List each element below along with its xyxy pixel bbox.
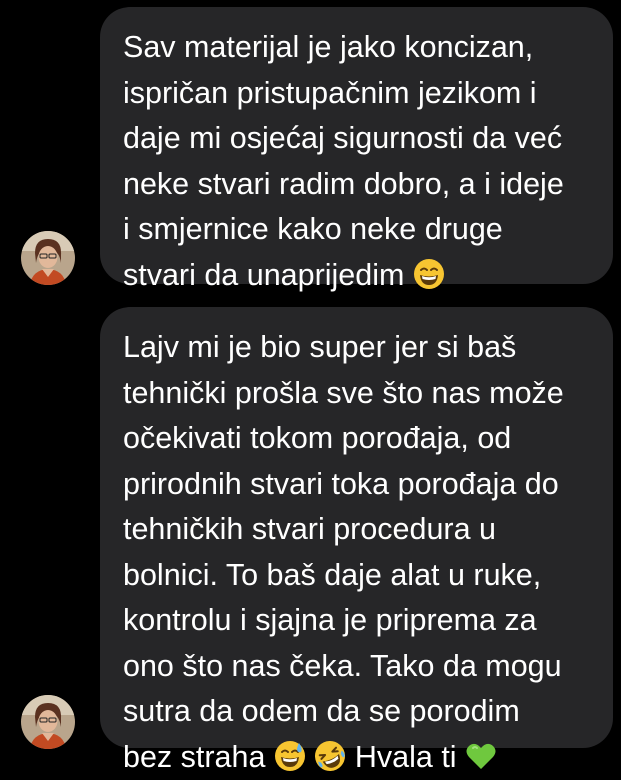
message-line: neke stvari radim dobro, a i ideje xyxy=(123,162,589,208)
message-line-last: bez straha Hvala ti xyxy=(123,735,589,780)
message-line: prirodnih stvari toka porođaja do xyxy=(123,462,589,508)
avatar[interactable] xyxy=(21,695,75,749)
message-line: i smjernice kako neke druge xyxy=(123,207,589,253)
message-line: daje mi osjećaj sigurnosti da već xyxy=(123,116,589,162)
message-line: tehnički prošla sve što nas može xyxy=(123,371,589,417)
message-line: Lajv mi je bio super jer si baš xyxy=(123,325,589,371)
message-line: očekivati tokom porođaja, od xyxy=(123,416,589,462)
message-line: Sav materijal je jako koncizan, xyxy=(123,25,589,71)
message-line: ono što nas čeka. Tako da mogu xyxy=(123,644,589,690)
message-bubble[interactable]: Sav materijal je jako koncizan, ispričan… xyxy=(100,7,613,284)
avatar[interactable] xyxy=(21,231,75,285)
message-line: ispričan pristupačnim jezikom i xyxy=(123,71,589,117)
green-heart-icon xyxy=(465,740,497,772)
message-line: tehničkih stvari procedura u xyxy=(123,507,589,553)
message-line-last: stvari da unaprijedim xyxy=(123,253,589,299)
message-suffix: Hvala ti xyxy=(355,740,457,774)
message-line: bolnici. To baš daje alat u ruke, xyxy=(123,553,589,599)
grinning-sweat-emoji-icon xyxy=(274,740,306,772)
message-line-text: bez straha xyxy=(123,740,265,774)
message-line: kontrolu i sjajna je priprema za xyxy=(123,598,589,644)
message-line-text: stvari da unaprijedim xyxy=(123,258,404,292)
message-bubble[interactable]: Lajv mi je bio super jer si baš tehnički… xyxy=(100,307,613,748)
message-line: sutra da odem da se porodim xyxy=(123,689,589,735)
rofl-emoji-icon xyxy=(314,740,346,772)
grinning-face-emoji-icon xyxy=(413,258,445,290)
